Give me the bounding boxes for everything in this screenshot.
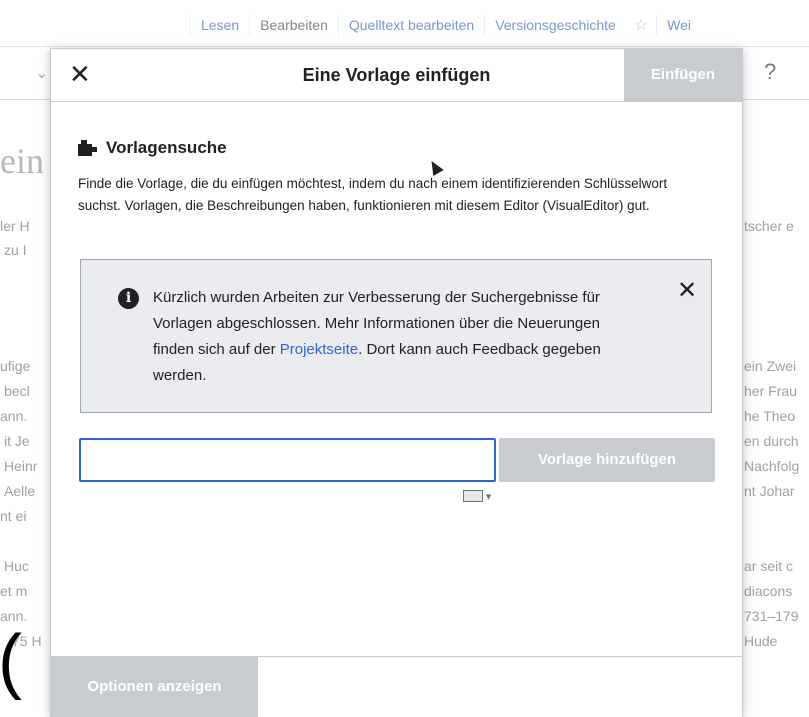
dialog-header: ✕ Eine Vorlage einfügen Einfügen [51,49,742,102]
left-text-fragment: ann. [0,408,28,424]
left-text-fragment: nt ei [0,508,27,524]
right-text-fragment: en durch [744,433,799,449]
left-text-fragment: Huc [4,558,29,574]
info-notice: i Kürzlich wurden Arbeiten zur Verbesser… [80,259,712,413]
right-text-fragment: tscher e [744,218,794,234]
search-description: Finde die Vorlage, die du einfügen möcht… [78,176,668,213]
right-text-fragment: Hude [744,633,778,649]
project-page-link[interactable]: Projektseite [280,341,358,358]
right-text-fragment: 731–179 [744,608,799,624]
tab-edit[interactable]: Bearbeiten [249,14,338,36]
left-text-fragment: et m [0,583,28,599]
left-text-fragment: it Je [4,433,30,449]
right-text-fragment: Nachfolg [744,458,800,474]
page-tabs: Lesen Bearbeiten Quelltext bearbeiten Ve… [190,14,701,36]
chevron-down-icon[interactable]: ⌄ [35,63,48,83]
tab-history[interactable]: Versionsgeschichte [484,14,626,36]
right-text-fragment: diacons [744,583,793,599]
keyboard-icon[interactable]: ▾ [455,486,499,506]
tab-edit-source[interactable]: Quelltext bearbeiten [337,14,484,36]
notice-text: Kürzlich wurden Arbeiten zur Verbesserun… [153,285,633,389]
page-topbar: Lesen Bearbeiten Quelltext bearbeiten Ve… [0,0,809,47]
left-text-fragment: zu I [4,242,27,258]
help-icon[interactable]: ? [764,59,776,85]
tab-more[interactable]: Wei [656,14,701,36]
right-text-fragment: ar seit c [744,558,794,574]
section-header: Vorlagensuche [78,138,227,158]
template-search-input[interactable] [79,438,496,482]
right-text-fragment: nt Johar [744,483,795,499]
right-text-fragment: ein Zwei [744,358,797,374]
info-icon: i [118,288,139,309]
dialog-footer: Optionen anzeigen [51,656,742,717]
show-options-button[interactable]: Optionen anzeigen [51,657,258,717]
left-text-fragment: ler H [0,218,30,234]
page-heading-fragment: ein [0,141,44,181]
section-title: Vorlagensuche [106,138,227,157]
star-icon[interactable]: ☆ [626,15,656,35]
right-text-fragment: he Theo [744,408,796,424]
add-template-button[interactable]: Vorlage hinzufügen [499,438,715,482]
close-icon[interactable]: ✕ [677,276,697,305]
right-text-fragment: her Frau [744,383,797,399]
insert-button[interactable]: Einfügen [624,49,742,101]
puzzle-icon [78,140,97,156]
left-text-fragment: becl [4,383,30,399]
template-dialog: ✕ Eine Vorlage einfügen Einfügen Vorlage… [50,48,743,717]
overlay-paren-glyph: ( [0,621,22,701]
left-text-fragment: ufige [0,358,31,374]
tab-read[interactable]: Lesen [190,14,249,36]
left-text-fragment: Heinr [4,458,38,474]
left-text-fragment: Aelle [4,483,36,499]
